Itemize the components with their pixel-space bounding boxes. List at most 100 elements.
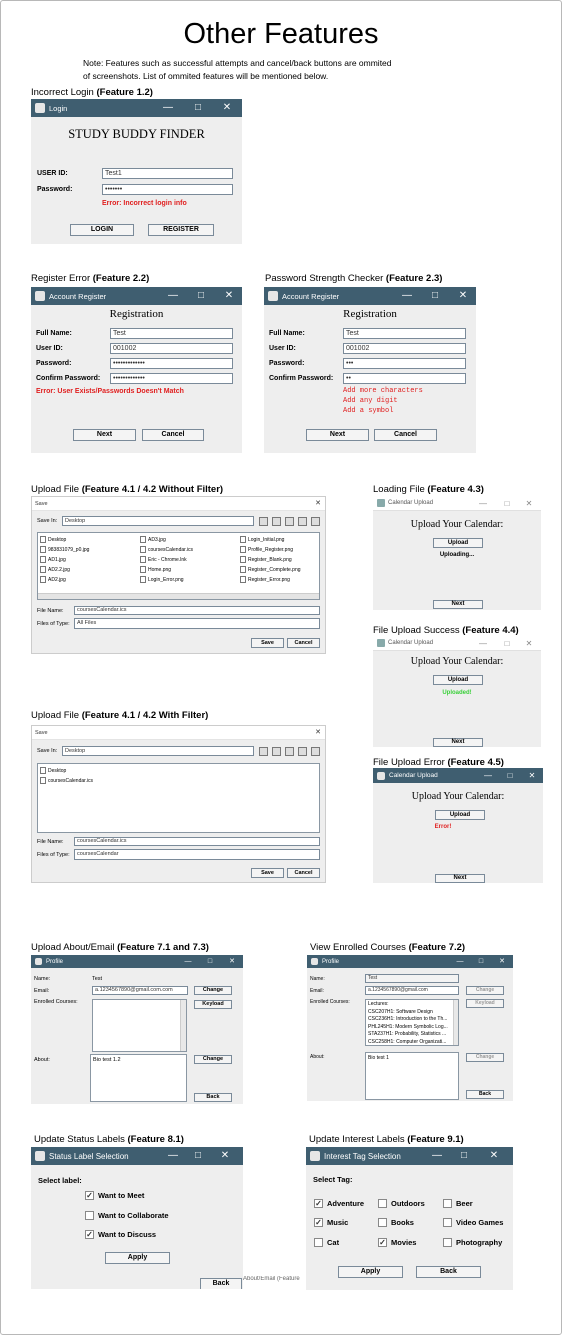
list-item[interactable]: Desktop <box>40 536 66 543</box>
courses-list[interactable] <box>92 999 187 1052</box>
status-option-want-to-collaborate[interactable]: Want to Collaborate <box>85 1211 169 1220</box>
courses-list[interactable]: Lectures: CSC207H1: Software Design CSC2… <box>365 999 459 1046</box>
tag-video-games[interactable]: Video Games <box>443 1218 503 1227</box>
login-button[interactable]: LOGIN <box>70 224 134 236</box>
checkbox[interactable] <box>443 1199 452 1208</box>
close-icon[interactable]: ✕ <box>495 955 509 968</box>
list-item[interactable]: Login_Error.png <box>140 576 184 583</box>
close-icon[interactable]: ✕ <box>487 1147 501 1165</box>
tag-adventure[interactable]: ✓ Adventure <box>314 1199 364 1208</box>
email-field[interactable]: a.1234567890@gmail.com <box>365 986 459 995</box>
close-icon[interactable]: ✕ <box>315 497 321 511</box>
close-icon[interactable]: ✕ <box>225 955 239 968</box>
minimize-icon[interactable]: — <box>477 496 489 511</box>
back-button[interactable]: Back <box>200 1278 242 1289</box>
back-button[interactable]: Back <box>194 1093 232 1102</box>
tag-books[interactable]: Books <box>378 1218 414 1227</box>
maximize-icon[interactable]: □ <box>501 636 513 651</box>
save-button[interactable]: Save <box>251 868 284 878</box>
keyload-button[interactable]: Keyload <box>194 1000 232 1009</box>
file-type-select[interactable]: All Files <box>74 618 320 629</box>
maximize-icon[interactable]: □ <box>501 496 513 511</box>
tag-cat[interactable]: Cat <box>314 1238 339 1247</box>
list-item[interactable]: 983831079_p0.jpg <box>40 546 89 553</box>
maximize-icon[interactable]: □ <box>457 1147 471 1165</box>
close-icon[interactable]: ✕ <box>456 287 470 305</box>
checkbox[interactable] <box>314 1238 323 1247</box>
cancel-button[interactable]: Cancel <box>142 429 204 441</box>
upload-button[interactable]: Upload <box>433 675 483 685</box>
user-id-field[interactable]: 001002 <box>110 343 233 354</box>
save-button[interactable]: Save <box>251 638 284 648</box>
checkbox[interactable]: ✓ <box>85 1191 94 1200</box>
back-button[interactable]: Back <box>416 1266 481 1278</box>
next-button[interactable]: Next <box>73 429 136 441</box>
apply-button[interactable]: Apply <box>105 1252 170 1264</box>
maximize-icon[interactable]: □ <box>428 287 442 305</box>
cancel-button[interactable]: Cancel <box>287 638 320 648</box>
apply-button[interactable]: Apply <box>338 1266 403 1278</box>
change-about-button[interactable]: Change <box>194 1055 232 1064</box>
list-item[interactable]: Home.png <box>140 566 171 573</box>
upload-button[interactable]: Upload <box>433 538 483 548</box>
email-field[interactable]: a.1234567890@gmail.com.com <box>92 986 188 995</box>
up-folder-icon[interactable] <box>259 747 268 756</box>
list-item[interactable]: Login_Initial.png <box>240 536 284 543</box>
up-folder-icon[interactable] <box>259 517 268 526</box>
close-icon[interactable]: ✕ <box>222 287 236 305</box>
maximize-icon[interactable]: □ <box>191 99 205 117</box>
full-name-field[interactable]: Test <box>110 328 233 339</box>
cancel-button[interactable]: Cancel <box>287 868 320 878</box>
minimize-icon[interactable]: — <box>481 768 495 783</box>
checkbox[interactable] <box>378 1199 387 1208</box>
vertical-scrollbar[interactable] <box>180 1000 186 1051</box>
minimize-icon[interactable]: — <box>166 287 180 305</box>
close-icon[interactable]: ✕ <box>218 1147 232 1165</box>
minimize-icon[interactable]: — <box>161 99 175 117</box>
minimize-icon[interactable]: — <box>166 1147 180 1165</box>
list-item[interactable]: Profile_Register.png <box>240 546 293 553</box>
checkbox[interactable]: ✓ <box>314 1218 323 1227</box>
change-email-button[interactable]: Change <box>194 986 232 995</box>
list-item[interactable]: Eric - Chrome.lnk <box>140 556 187 563</box>
file-type-select[interactable]: coursesCalendar <box>74 849 320 860</box>
tag-beer[interactable]: Beer <box>443 1199 473 1208</box>
save-in-select[interactable]: Desktop <box>62 516 254 526</box>
close-icon[interactable]: ✕ <box>523 496 535 511</box>
userid-field[interactable]: Test1 <box>102 168 233 179</box>
list-item[interactable]: AD3.jpg <box>140 536 166 543</box>
vertical-scrollbar[interactable] <box>453 1000 458 1045</box>
next-button[interactable]: Next <box>306 429 369 441</box>
new-folder-icon[interactable] <box>285 517 294 526</box>
password-field[interactable]: ••••••••••••• <box>110 358 233 369</box>
status-option-want-to-meet[interactable]: ✓ Want to Meet <box>85 1191 144 1200</box>
home-folder-icon[interactable] <box>272 747 281 756</box>
confirm-password-field[interactable]: •• <box>343 373 466 384</box>
file-name-field[interactable]: coursesCalendar.ics <box>74 837 320 846</box>
about-field[interactable]: Bio test 1.2 <box>90 1054 187 1102</box>
close-icon[interactable]: ✕ <box>525 768 539 783</box>
password-field[interactable]: ••••••• <box>102 184 233 195</box>
list-item[interactable]: AD2.2.jpg <box>40 566 70 573</box>
checkbox[interactable] <box>443 1218 452 1227</box>
details-view-icon[interactable] <box>311 747 320 756</box>
tag-movies[interactable]: ✓ Movies <box>378 1238 416 1247</box>
new-folder-icon[interactable] <box>285 747 294 756</box>
back-button[interactable]: Back <box>466 1090 504 1099</box>
password-field[interactable]: ••• <box>343 358 466 369</box>
minimize-icon[interactable]: — <box>477 636 489 651</box>
close-icon[interactable]: ✕ <box>220 99 234 117</box>
minimize-icon[interactable]: — <box>400 287 414 305</box>
checkbox[interactable] <box>443 1238 452 1247</box>
about-field[interactable]: Bio test 1 <box>365 1052 459 1100</box>
close-icon[interactable]: ✕ <box>315 726 321 740</box>
list-item[interactable]: coursesCalendar.ics <box>140 546 193 553</box>
checkbox[interactable] <box>378 1218 387 1227</box>
tag-photography[interactable]: Photography <box>443 1238 502 1247</box>
checkbox[interactable]: ✓ <box>85 1230 94 1239</box>
full-name-field[interactable]: Test <box>343 328 466 339</box>
list-item[interactable]: coursesCalendar.ics <box>40 777 93 784</box>
checkbox[interactable] <box>85 1211 94 1220</box>
confirm-password-field[interactable]: ••••••••••••• <box>110 373 233 384</box>
home-folder-icon[interactable] <box>272 517 281 526</box>
